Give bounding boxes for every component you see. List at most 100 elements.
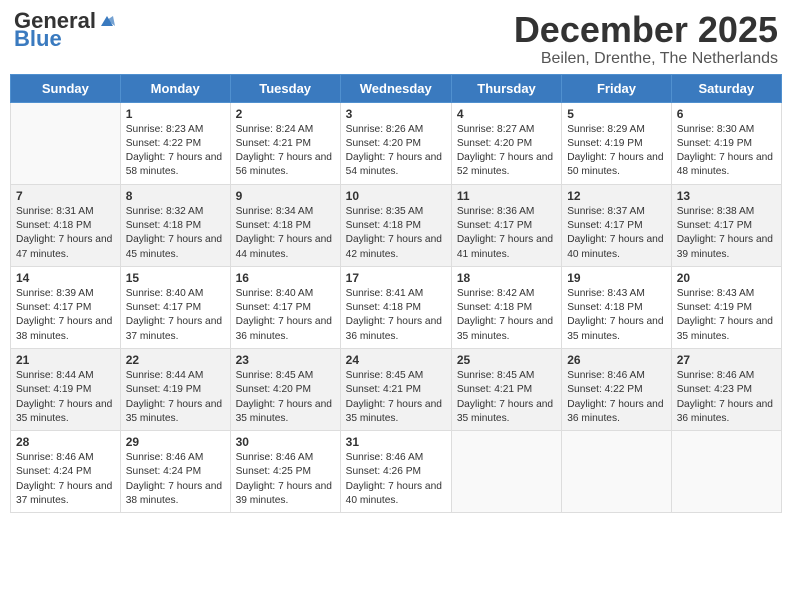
day-number: 18 — [457, 271, 556, 285]
day-number: 29 — [126, 435, 225, 449]
cell-content: Sunrise: 8:44 AMSunset: 4:19 PMDaylight:… — [126, 369, 225, 426]
day-number: 26 — [567, 353, 665, 367]
calendar-cell: 23 Sunrise: 8:45 AMSunset: 4:20 PMDayligh… — [230, 348, 340, 430]
calendar-cell: 12 Sunrise: 8:37 AMSunset: 4:17 PMDayligh… — [562, 184, 671, 266]
calendar-cell: 22 Sunrise: 8:44 AMSunset: 4:19 PMDayligh… — [120, 348, 230, 430]
cell-content: Sunrise: 8:26 AMSunset: 4:20 PMDaylight:… — [346, 123, 446, 180]
cell-content: Sunrise: 8:42 AMSunset: 4:18 PMDaylight:… — [457, 287, 556, 344]
day-number: 28 — [16, 435, 115, 449]
calendar-table: SundayMondayTuesdayWednesdayThursdayFrid… — [10, 74, 782, 514]
day-number: 3 — [346, 107, 446, 121]
day-number: 24 — [346, 353, 446, 367]
cell-content: Sunrise: 8:46 AMSunset: 4:26 PMDaylight:… — [346, 451, 446, 508]
calendar-week-row: 1 Sunrise: 8:23 AMSunset: 4:22 PMDaylight… — [11, 102, 782, 184]
calendar-cell: 20 Sunrise: 8:43 AMSunset: 4:19 PMDayligh… — [671, 266, 781, 348]
calendar-header-row: SundayMondayTuesdayWednesdayThursdayFrid… — [11, 74, 782, 102]
calendar-cell: 19 Sunrise: 8:43 AMSunset: 4:18 PMDayligh… — [562, 266, 671, 348]
calendar-cell: 21 Sunrise: 8:44 AMSunset: 4:19 PMDayligh… — [11, 348, 121, 430]
calendar-cell: 8 Sunrise: 8:32 AMSunset: 4:18 PMDaylight… — [120, 184, 230, 266]
calendar-cell: 7Sunrise: 8:31 AMSunset: 4:18 PMDaylight… — [11, 184, 121, 266]
calendar-cell — [11, 102, 121, 184]
title-block: December 2025 Beilen, Drenthe, The Nethe… — [514, 10, 778, 68]
calendar-cell: 5 Sunrise: 8:29 AMSunset: 4:19 PMDaylight… — [562, 102, 671, 184]
calendar-cell: 18 Sunrise: 8:42 AMSunset: 4:18 PMDayligh… — [451, 266, 561, 348]
day-number: 27 — [677, 353, 776, 367]
calendar-cell: 24 Sunrise: 8:45 AMSunset: 4:21 PMDayligh… — [340, 348, 451, 430]
cell-content: Sunrise: 8:32 AMSunset: 4:18 PMDaylight:… — [126, 205, 225, 262]
cell-content: Sunrise: 8:40 AMSunset: 4:17 PMDaylight:… — [236, 287, 335, 344]
day-number: 15 — [126, 271, 225, 285]
calendar-cell: 1 Sunrise: 8:23 AMSunset: 4:22 PMDaylight… — [120, 102, 230, 184]
cell-content: Sunrise: 8:34 AMSunset: 4:18 PMDaylight:… — [236, 205, 335, 262]
day-number: 2 — [236, 107, 335, 121]
weekday-header-sunday: Sunday — [11, 74, 121, 102]
day-number: 31 — [346, 435, 446, 449]
cell-content: Sunrise: 8:29 AMSunset: 4:19 PMDaylight:… — [567, 123, 665, 180]
cell-content: Sunrise: 8:36 AMSunset: 4:17 PMDaylight:… — [457, 205, 556, 262]
calendar-cell: 6Sunrise: 8:30 AMSunset: 4:19 PMDaylight… — [671, 102, 781, 184]
calendar-cell — [451, 431, 561, 513]
cell-content: Sunrise: 8:43 AMSunset: 4:19 PMDaylight:… — [677, 287, 776, 344]
cell-content: Sunrise: 8:41 AMSunset: 4:18 PMDaylight:… — [346, 287, 446, 344]
day-number: 14 — [16, 271, 115, 285]
day-number: 19 — [567, 271, 665, 285]
cell-content: Sunrise: 8:45 AMSunset: 4:20 PMDaylight:… — [236, 369, 335, 426]
cell-content: Sunrise: 8:45 AMSunset: 4:21 PMDaylight:… — [346, 369, 446, 426]
cell-content: Sunrise: 8:27 AMSunset: 4:20 PMDaylight:… — [457, 123, 556, 180]
weekday-header-tuesday: Tuesday — [230, 74, 340, 102]
logo: General Blue — [14, 10, 118, 50]
calendar-cell: 9 Sunrise: 8:34 AMSunset: 4:18 PMDaylight… — [230, 184, 340, 266]
day-number: 30 — [236, 435, 335, 449]
day-number: 10 — [346, 189, 446, 203]
day-number: 21 — [16, 353, 115, 367]
weekday-header-saturday: Saturday — [671, 74, 781, 102]
day-number: 23 — [236, 353, 335, 367]
day-number: 8 — [126, 189, 225, 203]
cell-content: Sunrise: 8:46 AMSunset: 4:23 PMDaylight:… — [677, 369, 776, 426]
calendar-week-row: 28 Sunrise: 8:46 AMSunset: 4:24 PMDayligh… — [11, 431, 782, 513]
cell-content: Sunrise: 8:43 AMSunset: 4:18 PMDaylight:… — [567, 287, 665, 344]
weekday-header-thursday: Thursday — [451, 74, 561, 102]
cell-content: Sunrise: 8:46 AMSunset: 4:24 PMDaylight:… — [126, 451, 225, 508]
calendar-cell: 30 Sunrise: 8:46 AMSunset: 4:25 PMDayligh… — [230, 431, 340, 513]
calendar-cell: 25Sunrise: 8:45 AMSunset: 4:21 PMDayligh… — [451, 348, 561, 430]
cell-content: Sunrise: 8:37 AMSunset: 4:17 PMDaylight:… — [567, 205, 665, 262]
day-number: 22 — [126, 353, 225, 367]
calendar-week-row: 7Sunrise: 8:31 AMSunset: 4:18 PMDaylight… — [11, 184, 782, 266]
calendar-cell: 10 Sunrise: 8:35 AMSunset: 4:18 PMDayligh… — [340, 184, 451, 266]
cell-content: Sunrise: 8:30 AMSunset: 4:19 PMDaylight:… — [677, 123, 776, 180]
calendar-cell: 28 Sunrise: 8:46 AMSunset: 4:24 PMDayligh… — [11, 431, 121, 513]
calendar-cell: 16Sunrise: 8:40 AMSunset: 4:17 PMDayligh… — [230, 266, 340, 348]
day-number: 20 — [677, 271, 776, 285]
calendar-cell: 17Sunrise: 8:41 AMSunset: 4:18 PMDayligh… — [340, 266, 451, 348]
calendar-cell: 31 Sunrise: 8:46 AMSunset: 4:26 PMDayligh… — [340, 431, 451, 513]
calendar-cell: 4Sunrise: 8:27 AMSunset: 4:20 PMDaylight… — [451, 102, 561, 184]
cell-content: Sunrise: 8:39 AMSunset: 4:17 PMDaylight:… — [16, 287, 115, 344]
cell-content: Sunrise: 8:23 AMSunset: 4:22 PMDaylight:… — [126, 123, 225, 180]
weekday-header-wednesday: Wednesday — [340, 74, 451, 102]
logo-blue: Blue — [14, 28, 118, 50]
calendar-cell: 15 Sunrise: 8:40 AMSunset: 4:17 PMDayligh… — [120, 266, 230, 348]
page-header: General Blue December 2025 Beilen, Drent… — [10, 10, 782, 68]
calendar-week-row: 14 Sunrise: 8:39 AMSunset: 4:17 PMDayligh… — [11, 266, 782, 348]
day-number: 9 — [236, 189, 335, 203]
cell-content: Sunrise: 8:38 AMSunset: 4:17 PMDaylight:… — [677, 205, 776, 262]
calendar-cell: 14 Sunrise: 8:39 AMSunset: 4:17 PMDayligh… — [11, 266, 121, 348]
day-number: 5 — [567, 107, 665, 121]
month-title: December 2025 — [514, 10, 778, 50]
cell-content: Sunrise: 8:35 AMSunset: 4:18 PMDaylight:… — [346, 205, 446, 262]
cell-content: Sunrise: 8:44 AMSunset: 4:19 PMDaylight:… — [16, 369, 115, 426]
cell-content: Sunrise: 8:46 AMSunset: 4:24 PMDaylight:… — [16, 451, 115, 508]
cell-content: Sunrise: 8:40 AMSunset: 4:17 PMDaylight:… — [126, 287, 225, 344]
day-number: 1 — [126, 107, 225, 121]
calendar-cell: 29 Sunrise: 8:46 AMSunset: 4:24 PMDayligh… — [120, 431, 230, 513]
calendar-week-row: 21 Sunrise: 8:44 AMSunset: 4:19 PMDayligh… — [11, 348, 782, 430]
weekday-header-monday: Monday — [120, 74, 230, 102]
day-number: 13 — [677, 189, 776, 203]
cell-content: Sunrise: 8:46 AMSunset: 4:25 PMDaylight:… — [236, 451, 335, 508]
calendar-cell — [562, 431, 671, 513]
day-number: 12 — [567, 189, 665, 203]
calendar-cell — [671, 431, 781, 513]
cell-content: Sunrise: 8:24 AMSunset: 4:21 PMDaylight:… — [236, 123, 335, 180]
location: Beilen, Drenthe, The Netherlands — [514, 50, 778, 68]
